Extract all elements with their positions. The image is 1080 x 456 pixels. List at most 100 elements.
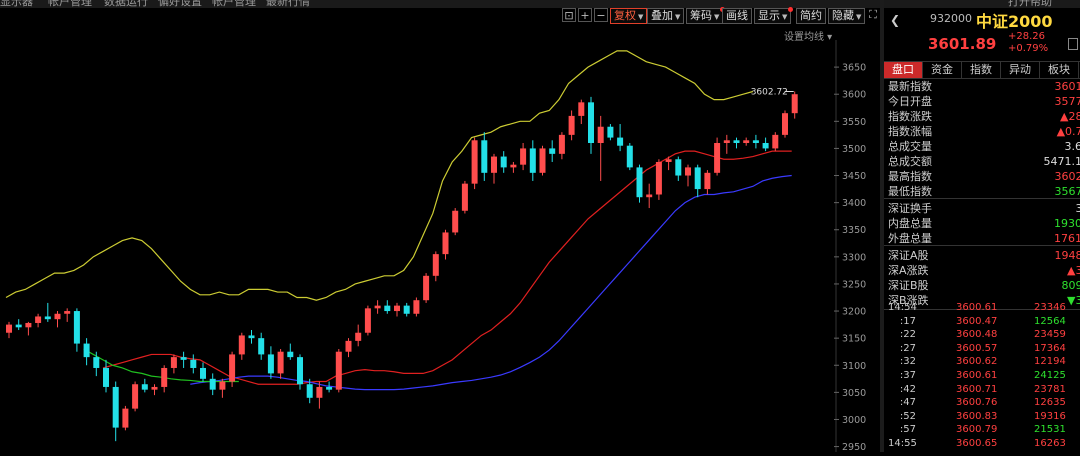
- y-tick-label: 3650: [842, 63, 866, 74]
- tab-zijin[interactable]: 资金: [923, 62, 962, 78]
- hide-button[interactable]: 隐藏▼: [828, 8, 865, 24]
- candle-body: [627, 146, 633, 168]
- candle-body: [278, 352, 284, 374]
- chart-toolbar: ⊡ + − 复权▼ 叠加▼ 筹码▼ 画线 显示▼ 简约 隐藏▼ ⛶: [0, 8, 880, 26]
- tick-time: :22: [888, 328, 916, 341]
- back-arrow-icon[interactable]: ❮: [890, 13, 900, 27]
- divider: [884, 245, 1080, 246]
- candle-body: [675, 159, 681, 175]
- tick-row: 14:553600.6516263: [884, 437, 1080, 450]
- candle-body: [685, 167, 691, 175]
- tick-price: 3600.61: [956, 301, 997, 314]
- tick-time: :47: [888, 396, 916, 409]
- candle-body: [666, 159, 672, 162]
- display-button[interactable]: 显示▼: [754, 8, 791, 24]
- tab-pankou[interactable]: 盘口: [884, 62, 923, 78]
- stat-label: 指数涨跌: [888, 109, 932, 124]
- tab-zhishu[interactable]: 指数: [962, 62, 1001, 78]
- fuquan-button[interactable]: 复权▼: [610, 8, 647, 24]
- candle-body: [714, 143, 720, 173]
- candle-body: [268, 354, 274, 373]
- candle-body: [355, 333, 361, 341]
- candle-body: [607, 127, 613, 138]
- menu-item[interactable]: 帐户管理: [212, 0, 256, 8]
- tab-bankuai[interactable]: 板块: [1040, 62, 1079, 78]
- tick-row: :573600.7921531: [884, 423, 1080, 436]
- candle-body: [45, 316, 51, 319]
- candle-body: [462, 184, 468, 211]
- kline-chart[interactable]: 2950300030503100315032003250330033503400…: [0, 40, 880, 452]
- tick-time: :52: [888, 410, 916, 423]
- tick-time: :27: [888, 342, 916, 355]
- candle-body: [753, 140, 759, 143]
- tab-yidong[interactable]: 异动: [1001, 62, 1040, 78]
- candle-body: [404, 306, 410, 314]
- tick-price: 3600.57: [956, 342, 997, 355]
- candle-body: [763, 143, 769, 148]
- expand-panel-icon[interactable]: [1068, 38, 1078, 50]
- tick-volume: 12635: [1034, 396, 1066, 409]
- candle-body: [181, 357, 187, 360]
- candle-body: [481, 140, 487, 173]
- candle-body: [132, 384, 138, 408]
- tick-row: :223600.4823459: [884, 328, 1080, 341]
- candle-body: [239, 335, 245, 354]
- candle-body: [171, 357, 177, 368]
- stat-row: 最新指数3601.89: [884, 79, 1080, 94]
- candle-body: [520, 148, 526, 164]
- simple-mode-button[interactable]: 简约: [796, 8, 826, 24]
- candle-body: [433, 254, 439, 276]
- candle-body: [598, 127, 604, 143]
- candle-body: [695, 167, 701, 189]
- tick-row: :173600.4712564: [884, 315, 1080, 328]
- menu-item[interactable]: 显示器: [0, 0, 33, 8]
- stat-value: 3577.52: [1055, 94, 1080, 109]
- menu-item[interactable]: 偏好设置: [158, 0, 202, 8]
- stat-row: 今日开盘3577.52: [884, 94, 1080, 109]
- candle-body: [704, 173, 710, 189]
- stat-row: 深证B股8096.5: [884, 278, 1080, 293]
- candle-body: [384, 306, 390, 311]
- candle-body: [336, 352, 342, 390]
- draw-line-button[interactable]: 画线: [722, 8, 752, 24]
- menu-item[interactable]: 帐户管理: [48, 0, 92, 8]
- stat-value: 19306万: [1054, 216, 1080, 231]
- y-tick-label: 3000: [842, 415, 866, 426]
- zoom-out-button[interactable]: −: [594, 8, 608, 22]
- candle-body: [229, 354, 235, 381]
- overlay-button[interactable]: 叠加▼: [647, 8, 684, 24]
- tick-price: 3600.71: [956, 383, 997, 396]
- chips-button[interactable]: 筹码▼: [686, 8, 723, 24]
- last-price: 3601.89: [928, 35, 996, 53]
- stat-value: ▲28.26: [1060, 109, 1080, 124]
- expand-icon[interactable]: ⛶: [866, 8, 880, 22]
- candle-body: [549, 148, 555, 153]
- candle-body: [16, 325, 22, 328]
- tick-time: :42: [888, 383, 916, 396]
- tick-time: :17: [888, 315, 916, 328]
- menu-item[interactable]: 最新行情: [266, 0, 310, 8]
- candle-body: [559, 135, 565, 154]
- zoom-in-button[interactable]: +: [578, 8, 592, 22]
- stat-row: 深证换手3.21: [884, 201, 1080, 216]
- tick-volume: 12194: [1034, 355, 1066, 368]
- tick-volume: 16263: [1034, 437, 1066, 450]
- candle-body: [64, 311, 70, 314]
- lock-icon[interactable]: ⊡: [562, 8, 576, 22]
- help-link[interactable]: 打开帮助: [1008, 0, 1052, 8]
- candle-body: [491, 157, 497, 173]
- candle-body: [326, 387, 332, 390]
- change-percent: +0.79%: [1008, 43, 1048, 55]
- tick-price: 3600.83: [956, 410, 997, 423]
- stat-row: 最低指数3567.42: [884, 184, 1080, 199]
- candle-body: [792, 94, 798, 113]
- panel-tabs: 盘口 资金 指数 异动 板块: [884, 61, 1080, 79]
- stat-value: 3.21: [1076, 201, 1080, 216]
- candle-body: [219, 382, 225, 390]
- top-menu-strip: 显示器 帐户管理 数据运行 偏好设置 帐户管理 最新行情 打开帮助: [0, 0, 1080, 8]
- candle-body: [25, 323, 31, 327]
- stat-value: 8096.5: [1062, 278, 1080, 293]
- candle-body: [375, 306, 381, 309]
- menu-item[interactable]: 数据运行: [104, 0, 148, 8]
- candle-body: [472, 140, 478, 183]
